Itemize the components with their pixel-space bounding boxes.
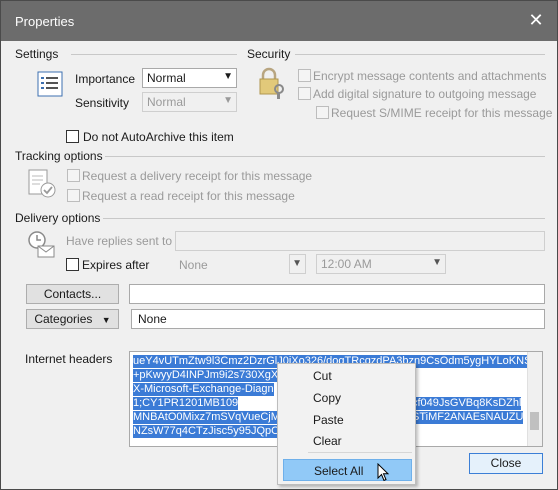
security-heading: Security [247, 47, 291, 61]
signature-checkbox[interactable] [298, 87, 311, 100]
expires-time-value: 12:00 AM [321, 257, 372, 271]
tracking-heading: Tracking options [15, 149, 103, 163]
scrollbar-thumb[interactable] [530, 412, 539, 430]
sensitivity-label: Sensitivity [75, 96, 130, 110]
expires-time-select[interactable]: 12:00 AM ▼ [316, 254, 446, 274]
sensitivity-select[interactable]: Normal ▼ [142, 92, 237, 112]
categories-button[interactable]: Categories ▼ [26, 309, 119, 329]
menu-item-paste[interactable]: Paste [278, 409, 415, 431]
read-receipt-label: Request a read receipt for this message [82, 189, 295, 203]
receipt-icon [26, 168, 58, 200]
settings-heading: Settings [15, 47, 59, 61]
headers-label: Internet headers [25, 352, 113, 366]
tracking-divider [105, 156, 545, 157]
contacts-input[interactable] [129, 284, 545, 304]
chevron-down-icon: ▼ [292, 258, 302, 269]
menu-separator [308, 452, 412, 453]
delivery-receipt-label: Request a delivery receipt for this mess… [82, 169, 313, 183]
smime-checkbox[interactable] [316, 106, 329, 119]
menu-item-clear[interactable]: Clear [278, 430, 415, 452]
menu-item-select-all[interactable]: Select All [283, 459, 412, 481]
sensitivity-value: Normal [147, 95, 186, 109]
header-line: +pKwyyD4INPJm9i2s730XgXy [133, 369, 284, 382]
header-line: NZsW77q4CTzJisc5y95JQpOF [133, 425, 287, 438]
delivery-receipt-checkbox[interactable] [67, 169, 80, 182]
expires-label: Expires after [82, 258, 150, 272]
categories-input[interactable]: None [131, 309, 545, 329]
list-icon [37, 71, 63, 97]
properties-dialog: Properties ✕ Settings Importance Normal … [0, 0, 558, 490]
header-line: X-Microsoft-Exchange-Diagn [133, 383, 274, 396]
close-button[interactable]: Close [469, 453, 543, 474]
mouse-pointer-icon [377, 462, 391, 483]
autoarchive-checkbox[interactable] [66, 130, 79, 143]
expires-date-dropdown[interactable]: ▼ [289, 254, 306, 274]
lock-icon [257, 67, 287, 99]
chevron-down-icon: ▼ [223, 95, 233, 106]
categories-button-label: Categories [34, 312, 93, 326]
headers-scrollbar[interactable] [527, 352, 542, 446]
chevron-down-icon: ▼ [101, 315, 111, 325]
title-bar: Properties ✕ [1, 1, 557, 41]
autoarchive-label: Do not AutoArchive this item [83, 130, 234, 144]
replies-input[interactable] [175, 231, 545, 251]
expires-date-value: None [179, 258, 208, 272]
delivery-clock-icon [26, 229, 56, 259]
importance-label: Importance [75, 72, 136, 86]
header-line-right: STiMF2ANAEsNAUZU [412, 411, 524, 424]
importance-select[interactable]: Normal ▼ [142, 68, 237, 88]
delivery-heading: Delivery options [15, 211, 101, 225]
delivery-divider [103, 218, 545, 219]
replies-label: Have replies sent to [66, 234, 173, 248]
security-divider [295, 54, 545, 55]
close-icon[interactable]: ✕ [525, 9, 547, 31]
settings-divider [71, 54, 237, 55]
chevron-down-icon: ▼ [223, 71, 233, 82]
importance-value: Normal [147, 71, 186, 85]
encrypt-label: Encrypt message contents and attachments [313, 69, 547, 83]
header-line-right: cf049JsGVBq8KsDZhl [412, 397, 522, 410]
header-line: MNBAtO0Mixz7mSVqVueCjM [133, 411, 280, 424]
smime-label: Request S/MIME receipt for this message [331, 106, 553, 120]
context-menu: Cut Copy Paste Clear Select All [277, 363, 416, 485]
expires-checkbox[interactable] [66, 258, 79, 271]
menu-item-cut[interactable]: Cut [278, 365, 415, 387]
chevron-down-icon: ▼ [432, 257, 442, 268]
dialog-title: Properties [15, 14, 75, 29]
menu-item-copy[interactable]: Copy [278, 387, 415, 409]
header-line: 1;CY1PR1201MB109 [133, 397, 239, 410]
encrypt-checkbox[interactable] [298, 69, 311, 82]
signature-label: Add digital signature to outgoing messag… [313, 87, 537, 101]
read-receipt-checkbox[interactable] [67, 189, 80, 202]
contacts-button[interactable]: Contacts... [26, 284, 119, 304]
